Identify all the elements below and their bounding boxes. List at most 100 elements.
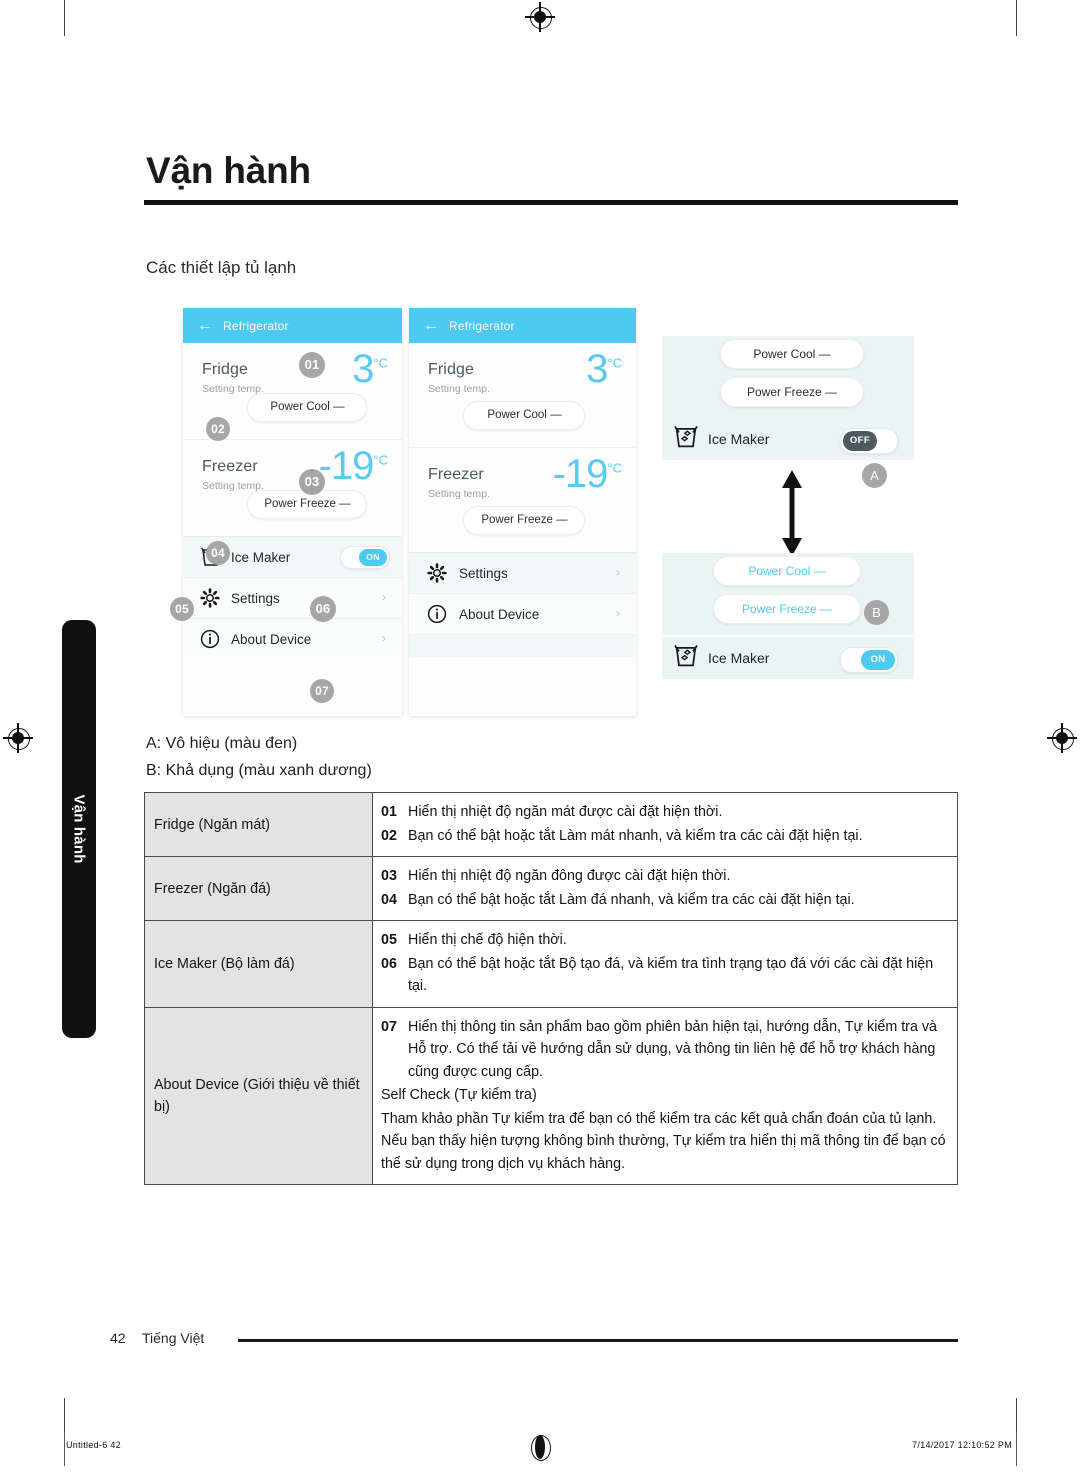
callout-bubble-03: 03 — [299, 469, 325, 495]
freezer-temp-unit: °C — [607, 460, 622, 476]
fridge-temp-value: 3°C — [586, 347, 622, 391]
ice-maker-toggle-state: ON — [861, 650, 895, 670]
info-icon — [200, 629, 220, 654]
freezer-temp-value: -19°C — [318, 444, 388, 488]
power-freeze-button-enabled[interactable]: Power Freeze — — [713, 594, 861, 624]
page-footer: 42 Tiếng Việt — [110, 1330, 958, 1350]
power-cool-button-enabled[interactable]: Power Cool — — [713, 556, 861, 586]
power-freeze-state-dash: — — [825, 385, 838, 399]
side-tab-label: Vận hành — [70, 794, 88, 864]
table-numbered-item: 03 Hiển thị nhiệt độ ngăn đông được cài đ… — [381, 865, 947, 888]
print-slug-bar: Untitled-6 42 7/14/2017 12:10:52 PM — [0, 1432, 1080, 1466]
ice-maker-toggle-state: OFF — [843, 431, 877, 451]
power-cool-state-dash: — — [813, 564, 826, 578]
table-row: Freezer (Ngăn đá) 03 Hiển thị nhiệt độ ngă… — [144, 856, 958, 921]
print-slug-timestamp: 7/14/2017 12:10:52 PM — [912, 1440, 1012, 1450]
power-cool-button[interactable]: Power Cool — — [463, 401, 585, 430]
fridge-setting-temp-label: Setting temp. — [428, 383, 490, 395]
power-freeze-state-dash: — — [556, 514, 567, 526]
power-cool-button[interactable]: Power Cool — — [247, 393, 367, 422]
phone-screenshot-plain: ← Refrigerator Fridge Setting temp. 3°C … — [409, 308, 636, 716]
freezer-temp-block: Freezer Setting temp. -19°C Power Freeze… — [183, 440, 402, 537]
table-row-key: Fridge (Ngăn mát) — [144, 792, 373, 857]
table-item-number: 06 — [381, 955, 397, 972]
title-rule — [144, 200, 958, 205]
crop-mark-bottom-left — [64, 1398, 65, 1434]
about-device-label: About Device — [459, 606, 540, 622]
table-item-number: 04 — [381, 891, 397, 908]
crop-mark-top-right — [1016, 0, 1017, 36]
table-numbered-item: 01 Hiển thị nhiệt độ ngăn mát được cài đặ… — [381, 801, 947, 824]
fridge-temp-unit: °C — [373, 355, 388, 371]
ice-maker-on-content: Ice Maker ON — [672, 643, 912, 673]
table-row: Fridge (Ngăn mát) 01 Hiển thị nhiệt độ ngă… — [144, 792, 958, 857]
double-arrow-icon — [772, 470, 812, 561]
back-arrow-icon[interactable]: ← — [197, 317, 213, 334]
settings-label: Settings — [231, 590, 280, 606]
legend-block: A: Vô hiệu (màu đen) B: Khả dụng (màu xa… — [146, 730, 372, 784]
settings-label: Settings — [459, 565, 508, 581]
settings-row[interactable]: Settings › — [183, 578, 402, 619]
settings-description-table: Fridge (Ngăn mát) 01 Hiển thị nhiệt độ ngă… — [144, 792, 958, 1185]
power-cool-button-disabled[interactable]: Power Cool — — [720, 339, 864, 369]
ice-maker-toggle-off[interactable]: OFF — [840, 428, 898, 454]
gear-icon — [200, 588, 220, 613]
badge-a: A — [862, 463, 887, 488]
table-row-key: Ice Maker (Bộ làm đá) — [144, 920, 373, 1008]
table-row-key: About Device (Giới thiệu về thiết bị) — [144, 1006, 373, 1185]
crop-mark-bottom-right — [1016, 1398, 1017, 1434]
settings-row[interactable]: Settings › — [409, 553, 636, 594]
power-freeze-button-disabled[interactable]: Power Freeze — — [720, 377, 864, 407]
footer-language: Tiếng Việt — [142, 1330, 205, 1346]
power-freeze-button[interactable]: Power Freeze — — [463, 506, 585, 535]
about-device-label: About Device — [231, 631, 312, 647]
chevron-right-icon: › — [382, 631, 386, 645]
table-item-number: 03 — [381, 868, 397, 884]
table-row-value: 01 Hiển thị nhiệt độ ngăn mát được cài đặ… — [372, 792, 958, 857]
freezer-pill-row: Power Freeze — — [183, 484, 402, 536]
side-tab-operations: Vận hành — [62, 620, 96, 1038]
table-item-number: 02 — [381, 827, 397, 844]
callout-bubble-05: 05 — [170, 597, 194, 621]
power-cool-state-dash: — — [550, 409, 561, 421]
chevron-right-icon: › — [616, 565, 620, 579]
about-device-row[interactable]: About Device › — [183, 619, 402, 659]
ice-maker-label: Ice Maker — [231, 549, 291, 565]
fridge-label: Fridge — [202, 361, 248, 378]
gear-icon — [427, 563, 447, 588]
legend-line-a: A: Vô hiệu (màu đen) — [146, 735, 298, 752]
freezer-temp-block: Freezer Setting temp. -19°C Power Freeze… — [409, 448, 636, 553]
table-numbered-item: 06 Bạn có thể bật hoặc tắt Bộ tạo đá, và … — [381, 953, 947, 998]
fridge-temp-block: Fridge Setting temp. 3°C Power Cool — — [409, 343, 636, 448]
fridge-temp-unit: °C — [607, 355, 622, 371]
registration-mark-right-icon — [1047, 723, 1077, 753]
table-item-number: 05 — [381, 932, 397, 948]
table-item-number: 07 — [381, 1018, 397, 1035]
phone-screenshot-annotated: ← Refrigerator Fridge Setting temp. 3°C … — [183, 308, 402, 716]
registration-mark-left-icon — [3, 723, 33, 753]
fridge-pill-row: Power Cool — — [409, 395, 636, 447]
badge-b: B — [864, 600, 889, 625]
callout-bubble-04: 04 — [206, 541, 230, 565]
section-heading: Các thiết lập tủ lạnh — [146, 258, 297, 277]
about-device-row[interactable]: About Device › — [409, 594, 636, 635]
back-arrow-icon[interactable]: ← — [423, 317, 439, 334]
chevron-right-icon: › — [616, 606, 620, 620]
info-icon — [427, 604, 447, 629]
ice-maker-label: Ice Maker — [708, 650, 770, 666]
registration-mark-bottom-icon — [527, 1434, 553, 1461]
ice-maker-toggle[interactable]: ON — [340, 546, 390, 569]
registration-mark-top-icon — [525, 2, 555, 32]
table-row: About Device (Giới thiệu về thiết bị) 07 H… — [144, 1006, 958, 1185]
ice-maker-label: Ice Maker — [708, 431, 770, 447]
page-title: Vận hành — [146, 150, 311, 191]
table-row-value: 03 Hiển thị nhiệt độ ngăn đông được cài đ… — [372, 856, 958, 921]
app-body: Fridge Setting temp. 3°C Power Cool — Fr… — [183, 343, 402, 716]
page-number: 42 — [110, 1330, 126, 1346]
ice-maker-icon — [672, 643, 700, 674]
legend-line-b: B: Khả dụng (màu xanh dương) — [146, 762, 372, 779]
ice-maker-toggle-on[interactable]: ON — [840, 647, 898, 673]
table-row-value: 05 Hiển thị chế độ hiện thời. 06 Bạn có thể… — [372, 920, 958, 1008]
app-header-title: Refrigerator — [223, 318, 289, 333]
app-body: Fridge Setting temp. 3°C Power Cool — Fr… — [409, 343, 636, 716]
